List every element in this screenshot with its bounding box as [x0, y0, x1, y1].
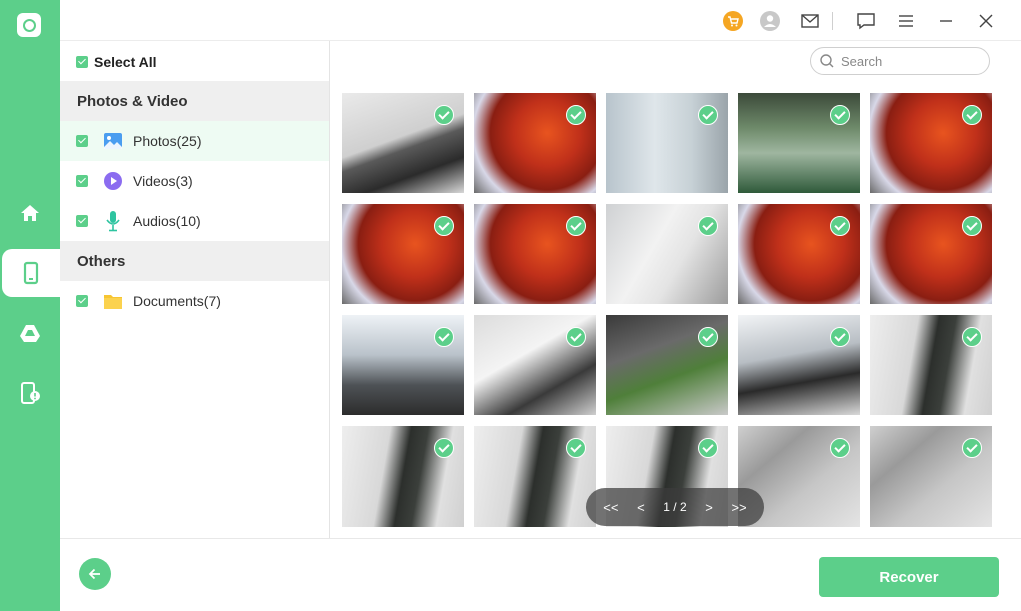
- checkbox-icon[interactable]: [76, 215, 88, 227]
- selected-check-icon[interactable]: [566, 216, 586, 236]
- photo-thumbnail[interactable]: [606, 93, 728, 193]
- gallery-area: << < 1 / 2 > >>: [330, 41, 1021, 538]
- search-box[interactable]: [810, 47, 990, 75]
- photo-thumbnail[interactable]: [342, 426, 464, 527]
- photo-thumbnail[interactable]: [606, 315, 728, 415]
- select-all-checkbox[interactable]: Select All: [76, 53, 157, 71]
- selected-check-icon[interactable]: [698, 216, 718, 236]
- video-icon: [102, 170, 124, 192]
- photo-icon: [102, 130, 124, 152]
- checkbox-icon[interactable]: [76, 135, 88, 147]
- photo-thumbnail[interactable]: [474, 204, 596, 304]
- user-icon[interactable]: [759, 10, 781, 32]
- select-all-label: Select All: [94, 54, 157, 70]
- selected-check-icon[interactable]: [962, 216, 982, 236]
- photo-thumbnail[interactable]: [606, 204, 728, 304]
- photo-thumbnail[interactable]: [870, 315, 992, 415]
- selected-check-icon[interactable]: [434, 216, 454, 236]
- prev-page-button[interactable]: <: [637, 500, 645, 515]
- footer: Recover: [60, 538, 1021, 611]
- selected-check-icon[interactable]: [434, 105, 454, 125]
- checkbox-icon[interactable]: [76, 295, 88, 307]
- selected-check-icon[interactable]: [830, 105, 850, 125]
- selected-check-icon[interactable]: [962, 105, 982, 125]
- photo-thumbnail[interactable]: [342, 204, 464, 304]
- photo-thumbnail[interactable]: [342, 93, 464, 193]
- microphone-icon: [102, 210, 124, 232]
- selected-check-icon[interactable]: [830, 216, 850, 236]
- checkbox-icon[interactable]: [76, 56, 88, 68]
- selected-check-icon[interactable]: [698, 105, 718, 125]
- photo-thumbnail[interactable]: [738, 204, 860, 304]
- feedback-icon[interactable]: [855, 10, 877, 32]
- photo-thumbnail[interactable]: [738, 93, 860, 193]
- mail-icon[interactable]: [799, 10, 821, 32]
- category-panel: Select All Photos & Video Photos(25) Vid…: [60, 41, 330, 538]
- close-icon[interactable]: [975, 10, 997, 32]
- recover-button[interactable]: Recover: [819, 557, 999, 597]
- cart-icon[interactable]: [722, 10, 744, 32]
- last-page-button[interactable]: >>: [731, 500, 746, 515]
- photo-thumbnail[interactable]: [342, 315, 464, 415]
- category-label: Audios(10): [133, 213, 201, 229]
- minimize-icon[interactable]: [935, 10, 957, 32]
- selected-check-icon[interactable]: [962, 327, 982, 347]
- search-icon: [820, 54, 834, 68]
- first-page-button[interactable]: <<: [603, 500, 618, 515]
- page-indicator: 1 / 2: [663, 500, 687, 514]
- google-drive-icon[interactable]: [0, 309, 60, 357]
- selected-check-icon[interactable]: [434, 438, 454, 458]
- title-bar: [60, 0, 1021, 41]
- checkbox-icon[interactable]: [76, 175, 88, 187]
- photo-thumbnail[interactable]: [474, 93, 596, 193]
- selected-check-icon[interactable]: [566, 327, 586, 347]
- category-videos[interactable]: Videos(3): [60, 161, 329, 201]
- phone-icon[interactable]: [2, 249, 60, 297]
- photo-thumbnail[interactable]: [870, 204, 992, 304]
- photo-thumbnail[interactable]: [738, 315, 860, 415]
- search-input[interactable]: [841, 53, 981, 69]
- arrow-left-icon: [88, 568, 100, 580]
- category-photos[interactable]: Photos(25): [60, 121, 329, 161]
- selected-check-icon[interactable]: [830, 327, 850, 347]
- back-button[interactable]: [79, 558, 111, 590]
- category-documents[interactable]: Documents(7): [60, 281, 329, 321]
- selected-check-icon[interactable]: [566, 105, 586, 125]
- next-page-button[interactable]: >: [705, 500, 713, 515]
- selected-check-icon[interactable]: [566, 438, 586, 458]
- selected-check-icon[interactable]: [698, 327, 718, 347]
- sidebar: [0, 0, 60, 611]
- menu-icon[interactable]: [895, 10, 917, 32]
- app-logo: [17, 13, 41, 37]
- photo-thumbnail[interactable]: [870, 93, 992, 193]
- category-label: Videos(3): [133, 173, 193, 189]
- selected-check-icon[interactable]: [698, 438, 718, 458]
- group-others: Others: [60, 241, 329, 281]
- toolbar-divider: [832, 12, 833, 30]
- phone-alert-icon[interactable]: [0, 369, 60, 417]
- photo-thumbnail[interactable]: [474, 426, 596, 527]
- photo-thumbnail[interactable]: [474, 315, 596, 415]
- category-label: Photos(25): [133, 133, 202, 149]
- folder-icon: [102, 290, 124, 312]
- category-audios[interactable]: Audios(10): [60, 201, 329, 241]
- selected-check-icon[interactable]: [830, 438, 850, 458]
- photo-thumbnail[interactable]: [870, 426, 992, 527]
- category-label: Documents(7): [133, 293, 221, 309]
- group-photos-video: Photos & Video: [60, 81, 329, 121]
- pagination: << < 1 / 2 > >>: [586, 488, 764, 526]
- home-icon[interactable]: [0, 189, 60, 237]
- selected-check-icon[interactable]: [962, 438, 982, 458]
- selected-check-icon[interactable]: [434, 327, 454, 347]
